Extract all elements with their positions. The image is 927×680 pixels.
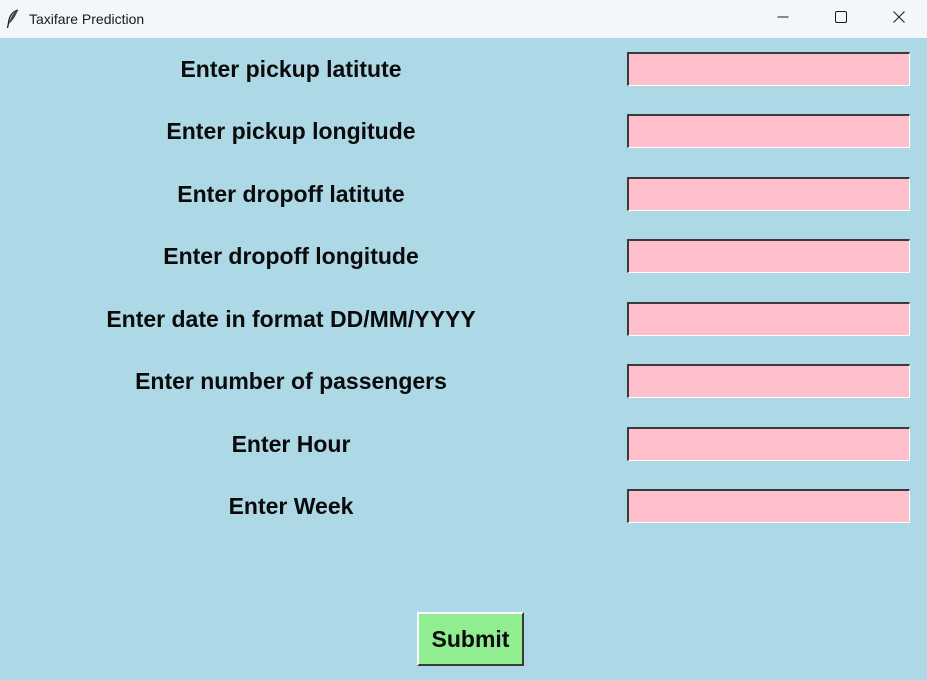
passengers-label: Enter number of passengers	[135, 368, 447, 394]
date-input[interactable]	[627, 302, 910, 336]
window-title: Taxifare Prediction	[29, 11, 145, 27]
week-input[interactable]	[627, 489, 910, 523]
passengers-input[interactable]	[627, 364, 910, 398]
close-button[interactable]	[870, 0, 927, 38]
submit-button[interactable]: Submit	[417, 612, 524, 666]
app-window: Taxifare Prediction Enter pickup latitut…	[0, 0, 927, 680]
dropoff-latitude-input[interactable]	[627, 177, 910, 211]
week-label: Enter Week	[228, 493, 354, 519]
dropoff-longitude-label: Enter dropoff longitude	[163, 243, 419, 269]
title-bar[interactable]: Taxifare Prediction	[0, 0, 927, 38]
pickup-longitude-label: Enter pickup longitude	[166, 118, 416, 144]
maximize-icon	[835, 10, 847, 28]
hour-input[interactable]	[627, 427, 910, 461]
dropoff-latitude-label: Enter dropoff latitute	[177, 181, 405, 207]
feather-icon	[6, 9, 20, 29]
minimize-icon	[777, 10, 789, 28]
pickup-longitude-input[interactable]	[627, 114, 910, 148]
date-label: Enter date in format DD/MM/YYYY	[106, 306, 476, 332]
form-area: Enter pickup latitute Enter pickup longi…	[0, 38, 927, 680]
close-icon	[893, 10, 905, 28]
dropoff-longitude-input[interactable]	[627, 239, 910, 273]
hour-label: Enter Hour	[231, 431, 351, 457]
maximize-button[interactable]	[812, 0, 870, 38]
pickup-latitude-input[interactable]	[627, 52, 910, 86]
pickup-latitude-label: Enter pickup latitute	[180, 56, 402, 82]
minimize-button[interactable]	[754, 0, 812, 38]
